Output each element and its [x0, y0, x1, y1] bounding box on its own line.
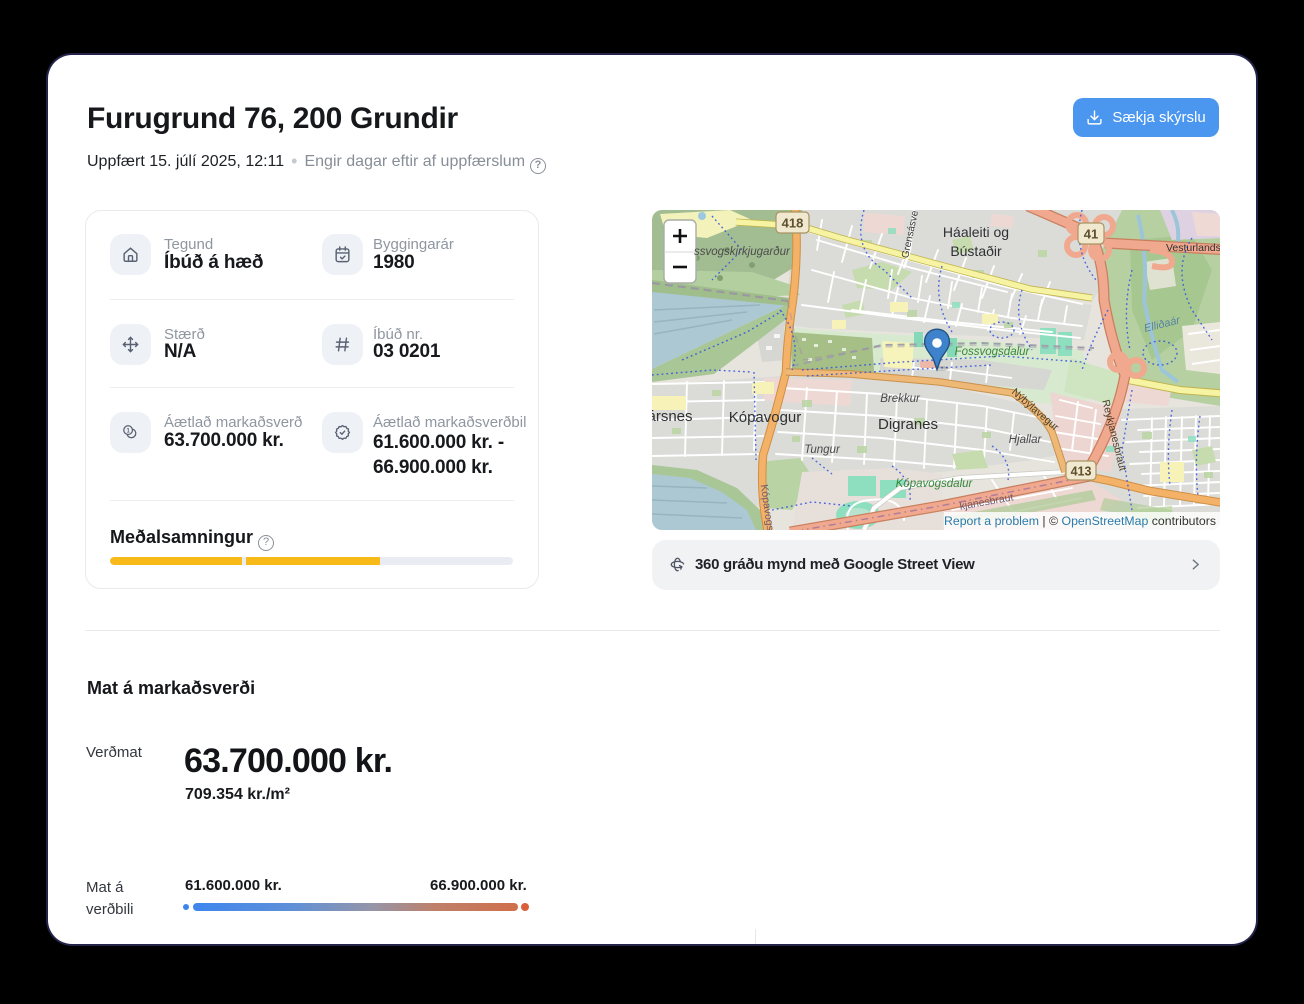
svg-text:Hjallar: Hjallar	[1009, 434, 1043, 446]
svg-text:Háaleiti og: Háaleiti og	[943, 224, 1009, 240]
svg-text:Digranes: Digranes	[878, 416, 938, 433]
svg-text:Kópavogsdalur: Kópavogsdalur	[896, 478, 974, 490]
svg-text:413: 413	[1071, 465, 1092, 479]
svg-text:Bústaðir: Bústaðir	[950, 243, 1002, 259]
svg-text:Report a problem | © OpenStree: Report a problem | © OpenStreetMap contr…	[944, 514, 1216, 528]
svg-text:Fossvogsdalur: Fossvogsdalur	[955, 346, 1031, 358]
svg-text:Brekkur: Brekkur	[880, 393, 921, 405]
svg-text:ssvogskirkjugarður: ssvogskirkjugarður	[694, 246, 791, 258]
svg-text:Vesturlandsve: Vesturlandsve	[1166, 242, 1220, 254]
svg-text:41: 41	[1084, 227, 1098, 242]
svg-text:Kópavogur: Kópavogur	[729, 409, 802, 426]
svg-text:418: 418	[782, 216, 804, 231]
svg-text:Tungur: Tungur	[804, 444, 841, 456]
svg-text:Kársnes: Kársnes	[652, 408, 693, 425]
